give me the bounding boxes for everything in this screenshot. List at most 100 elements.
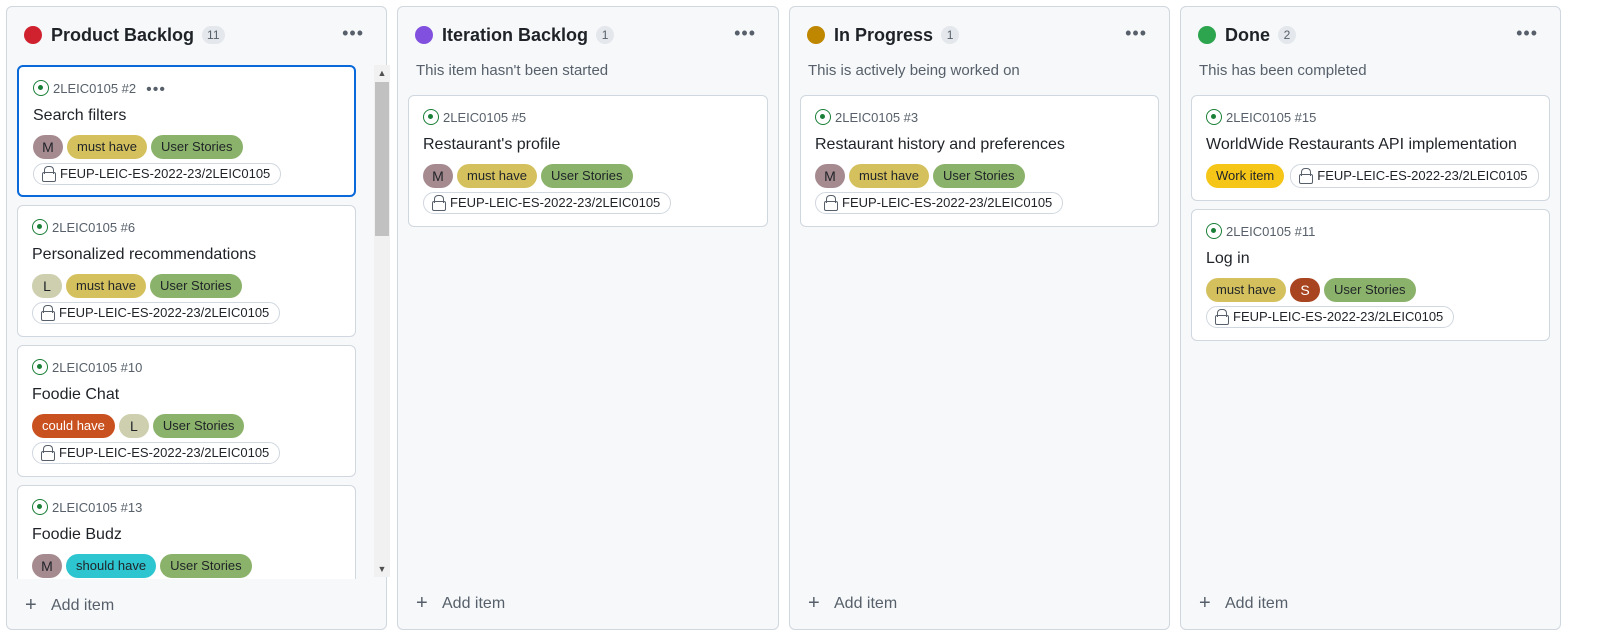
repository-name: FEUP-LEIC-ES-2022-23/2LEIC0105 — [59, 445, 270, 460]
label-user-stories[interactable]: User Stories — [932, 164, 1025, 188]
card-title[interactable]: Restaurant's profile — [423, 136, 560, 154]
label-work-item[interactable]: Work item — [1206, 164, 1285, 188]
column-scrollbar[interactable]: ▲ ▼ — [374, 65, 390, 577]
status-dot-icon — [24, 26, 42, 44]
scroll-down-arrow-icon[interactable]: ▼ — [374, 561, 390, 577]
label-user-stories[interactable]: User Stories — [149, 274, 242, 298]
card-meta: 2LEIC0105 #15 — [1206, 109, 1316, 127]
repository-badge[interactable]: FEUP-LEIC-ES-2022-23/2LEIC0105 — [423, 192, 672, 214]
scrollbar-thumb[interactable] — [375, 82, 389, 236]
status-dot-icon — [807, 26, 825, 44]
assignee-avatar[interactable]: M — [33, 135, 63, 159]
column-more-icon[interactable]: ••• — [342, 23, 364, 43]
add-item-label: Add item — [51, 597, 115, 614]
column-title: Done 2 — [1225, 23, 1296, 47]
card-title[interactable]: Foodie Budz — [32, 526, 122, 544]
assignee-avatar[interactable]: S — [1289, 278, 1320, 302]
item-card[interactable]: 2LEIC0105 #6 Personalized recommendation… — [17, 205, 356, 337]
card-title[interactable]: Log in — [1206, 250, 1250, 268]
item-card[interactable]: 2LEIC0105 #2 ••• Search filters M must ha… — [17, 65, 356, 197]
status-dot-icon — [1198, 26, 1216, 44]
column-description: This has been completed — [1199, 62, 1367, 79]
repository-badge[interactable]: FEUP-LEIC-ES-2022-23/2LEIC0105 — [1290, 164, 1539, 188]
label-must-have[interactable]: must have — [67, 135, 147, 159]
column-count-badge: 11 — [202, 26, 225, 44]
assignee-avatar[interactable]: M — [815, 164, 845, 188]
lock-icon — [42, 166, 56, 182]
item-card[interactable]: 2LEIC0105 #13 Foodie Budz M should have … — [17, 485, 356, 579]
issue-number: 2LEIC0105 #11 — [1226, 224, 1316, 239]
assignee-avatar[interactable]: L — [32, 274, 62, 298]
label-should-have[interactable]: should have — [66, 554, 157, 578]
add-item-button[interactable]: + Add item — [25, 595, 114, 617]
column-more-icon[interactable]: ••• — [1516, 23, 1538, 43]
repository-name: FEUP-LEIC-ES-2022-23/2LEIC0105 — [842, 195, 1053, 210]
column-items: 2LEIC0105 #5 Restaurant's profile M must… — [408, 95, 768, 579]
issue-number: 2LEIC0105 #3 — [835, 110, 919, 125]
column-in-progress: In Progress 1 ••• This is actively being … — [789, 6, 1170, 630]
repository-badge[interactable]: FEUP-LEIC-ES-2022-23/2LEIC0105 — [32, 302, 281, 324]
lock-icon — [41, 305, 55, 321]
label-must-have[interactable]: must have — [1206, 278, 1286, 302]
add-item-label: Add item — [442, 595, 506, 612]
repository-badge[interactable]: FEUP-LEIC-ES-2022-23/2LEIC0105 — [33, 163, 282, 185]
add-item-button[interactable]: + Add item — [808, 593, 897, 615]
open-issue-icon — [32, 219, 48, 235]
card-labels: M must have User Stories — [423, 164, 633, 188]
add-item-button[interactable]: + Add item — [1199, 593, 1288, 615]
repository-badge[interactable]: FEUP-LEIC-ES-2022-23/2LEIC0105 — [1206, 306, 1455, 328]
item-card[interactable]: 2LEIC0105 #11 Log in must have S User St… — [1191, 209, 1550, 341]
item-card[interactable]: 2LEIC0105 #10 Foodie Chat could have L U… — [17, 345, 356, 477]
plus-icon: + — [25, 594, 37, 616]
scroll-up-arrow-icon[interactable]: ▲ — [374, 65, 390, 81]
column-more-icon[interactable]: ••• — [1125, 23, 1147, 43]
repository-name: FEUP-LEIC-ES-2022-23/2LEIC0105 — [60, 166, 271, 181]
item-card[interactable]: 2LEIC0105 #15 WorldWide Restaurants API … — [1191, 95, 1550, 201]
card-title[interactable]: Search filters — [33, 107, 126, 125]
item-card[interactable]: 2LEIC0105 #5 Restaurant's profile M must… — [408, 95, 768, 227]
column-items: 2LEIC0105 #2 ••• Search filters M must ha… — [17, 65, 356, 579]
column-header: In Progress 1 ••• This is actively being … — [790, 7, 1169, 87]
open-issue-icon — [32, 499, 48, 515]
column-done: Done 2 ••• This has been completed 2LEIC0… — [1180, 6, 1561, 630]
column-title-text: Done — [1225, 25, 1270, 45]
issue-number: 2LEIC0105 #2 — [53, 81, 137, 96]
column-iteration-backlog: Iteration Backlog 1 ••• This item hasn't … — [397, 6, 779, 630]
label-must-have[interactable]: must have — [66, 274, 146, 298]
assignee-avatar[interactable]: M — [423, 164, 453, 188]
label-must-have[interactable]: must have — [849, 164, 929, 188]
card-labels: M must have User Stories — [33, 135, 243, 159]
column-description: This is actively being worked on — [808, 62, 1020, 79]
column-items: 2LEIC0105 #15 WorldWide Restaurants API … — [1191, 95, 1550, 579]
column-title: Product Backlog 11 — [51, 23, 225, 47]
label-must-have[interactable]: must have — [457, 164, 537, 188]
lock-icon — [1215, 309, 1229, 325]
add-item-button[interactable]: + Add item — [416, 593, 505, 615]
column-count-badge: 1 — [596, 26, 615, 44]
plus-icon: + — [808, 592, 820, 614]
card-more-icon[interactable]: ••• — [146, 81, 166, 99]
item-card[interactable]: 2LEIC0105 #3 Restaurant history and pref… — [800, 95, 1159, 227]
card-labels: could have L User Stories — [32, 414, 245, 438]
card-title[interactable]: Personalized recommendations — [32, 246, 256, 264]
column-header: Iteration Backlog 1 ••• This item hasn't … — [398, 7, 778, 87]
open-issue-icon — [33, 80, 49, 96]
card-title[interactable]: Restaurant history and preferences — [815, 136, 1065, 154]
label-user-stories[interactable]: User Stories — [1323, 278, 1416, 302]
repository-badge[interactable]: FEUP-LEIC-ES-2022-23/2LEIC0105 — [32, 442, 281, 464]
repository-badge[interactable]: FEUP-LEIC-ES-2022-23/2LEIC0105 — [815, 192, 1064, 214]
assignee-avatar[interactable]: L — [118, 414, 149, 438]
label-could-have[interactable]: could have — [32, 414, 115, 438]
card-title[interactable]: WorldWide Restaurants API implementation — [1206, 136, 1517, 154]
label-user-stories[interactable]: User Stories — [152, 414, 245, 438]
repository-name: FEUP-LEIC-ES-2022-23/2LEIC0105 — [59, 305, 270, 320]
assignee-avatar[interactable]: M — [32, 554, 62, 578]
column-more-icon[interactable]: ••• — [734, 23, 756, 43]
label-user-stories[interactable]: User Stories — [160, 554, 252, 578]
plus-icon: + — [1199, 592, 1211, 614]
lock-icon — [824, 195, 838, 211]
card-labels: M should have User Stories — [32, 554, 252, 578]
label-user-stories[interactable]: User Stories — [150, 135, 243, 159]
card-title[interactable]: Foodie Chat — [32, 386, 119, 404]
label-user-stories[interactable]: User Stories — [540, 164, 633, 188]
